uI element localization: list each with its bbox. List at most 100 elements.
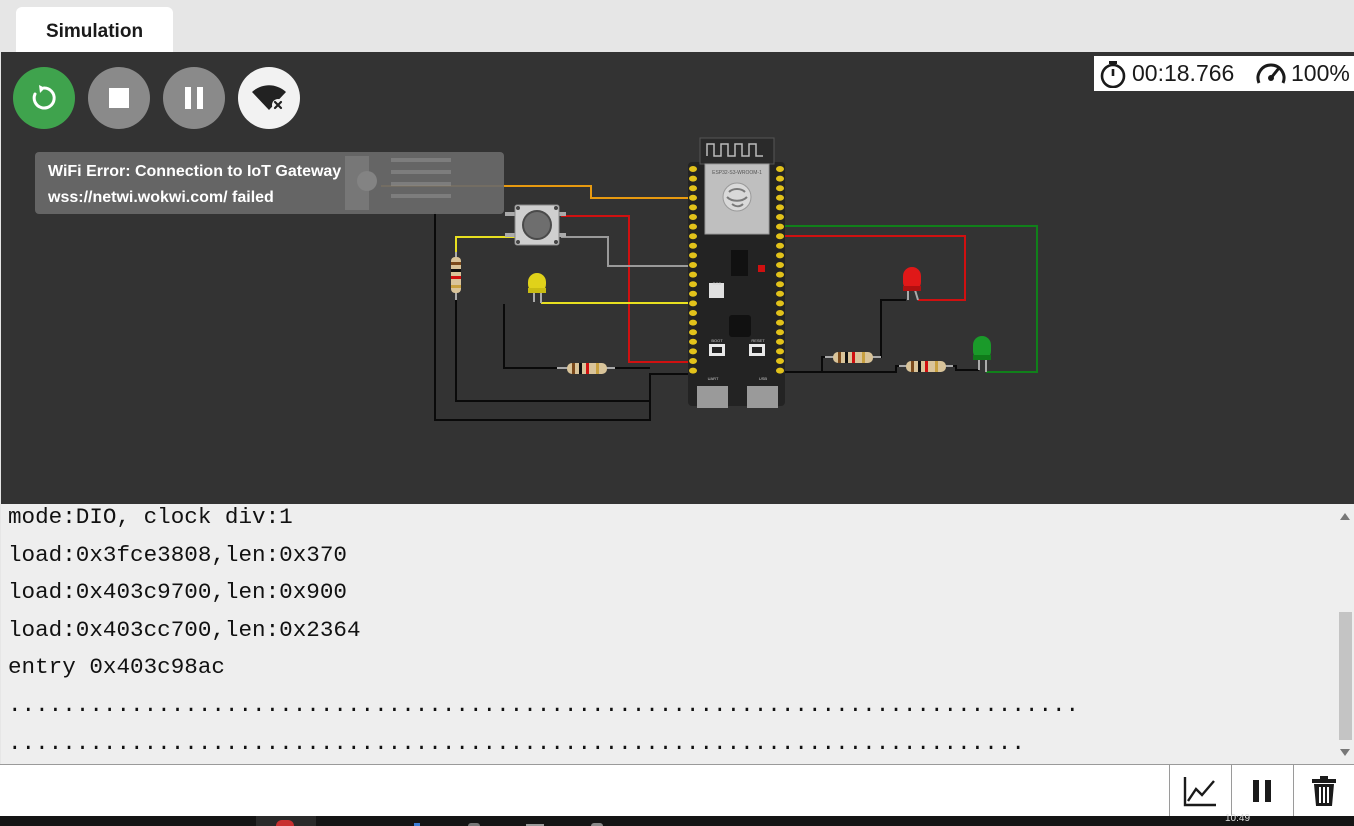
speedometer-icon: [1256, 63, 1286, 84]
header-pin: [689, 242, 697, 249]
push-button: [505, 204, 566, 246]
header-pin: [776, 358, 784, 364]
header-pin: [689, 271, 697, 278]
header-pin: [689, 300, 697, 307]
serial-plotter-button[interactable]: [1169, 765, 1230, 816]
esp32-s3-board: ESP32-S3-WROOM-1 RGB BOOT RESET UART USB: [688, 137, 785, 408]
header-pin: [689, 310, 697, 316]
wifi-error-line2: wss://netwi.wokwi.com/ failed: [48, 189, 274, 206]
pause-button[interactable]: [163, 67, 225, 129]
wifi-status-button[interactable]: [238, 67, 300, 129]
scroll-up-arrow[interactable]: [1336, 508, 1354, 524]
header-pin: [776, 290, 784, 297]
svg-text:ESP32-S3-WROOM-1: ESP32-S3-WROOM-1: [712, 170, 762, 176]
resistor-right-1: [825, 352, 881, 363]
header-pin: [776, 185, 784, 192]
header-pin: [776, 194, 784, 201]
taskbar-app[interactable]: [464, 816, 484, 826]
serial-input[interactable]: [1, 766, 1168, 816]
simulation-canvas[interactable]: ESP32-S3-WROOM-1 RGB BOOT RESET UART USB: [1, 52, 1354, 504]
serial-scrollbar[interactable]: [1336, 504, 1354, 764]
header-pin: [776, 175, 784, 182]
chevron-up-icon: [1340, 512, 1350, 520]
scroll-thumb[interactable]: [1339, 612, 1352, 740]
header-pin: [689, 281, 697, 288]
header-pin: [776, 223, 784, 230]
header-pin: [689, 223, 697, 230]
wire-black-gnd-3: [503, 304, 561, 369]
wire-gray-button: [561, 236, 694, 267]
stop-icon: [109, 88, 129, 108]
header-pin: [689, 214, 697, 220]
scroll-down-arrow[interactable]: [1336, 744, 1354, 760]
wire-yellow-button: [455, 236, 515, 257]
taskbar-app-active[interactable]: [256, 816, 316, 826]
clear-serial-button[interactable]: [1293, 765, 1354, 816]
taskbar-app[interactable]: [524, 816, 546, 826]
serial-line: load:0x403cc700,len:0x2364: [8, 616, 361, 643]
wifi-off-icon: [252, 85, 286, 111]
wokwi-simulator: Simulation ESP32-S3-WROOM-1 RGB BOOT RES…: [0, 0, 1354, 826]
header-pin: [776, 166, 784, 172]
header-pin: [776, 281, 784, 288]
wifi-error-line1: WiFi Error: Connection to IoT Gateway: [48, 163, 342, 180]
svg-text:BOOT: BOOT: [711, 338, 723, 343]
restart-button[interactable]: [13, 67, 75, 129]
header-pin: [776, 262, 784, 268]
simulation-speed: 100%: [1291, 60, 1350, 86]
header-pin: [689, 329, 697, 336]
pause-icon: [1253, 779, 1271, 802]
serial-line: ........................................…: [8, 729, 1025, 756]
resistor-right-2: [899, 361, 953, 372]
header-pin: [776, 348, 784, 355]
led-red: [903, 267, 921, 301]
serial-pause-button[interactable]: [1231, 765, 1292, 816]
header-pin: [776, 338, 784, 345]
header-pin: [689, 175, 697, 182]
wifi-error-toast: WiFi Error: Connection to IoT Gateway ws…: [35, 152, 504, 214]
chart-icon: [1183, 776, 1216, 806]
wire-red-right: [780, 235, 966, 301]
svg-text:USB: USB: [759, 376, 768, 381]
resistor-vertical: [451, 252, 461, 300]
stop-button[interactable]: [88, 67, 150, 129]
led-green: [973, 336, 991, 372]
elapsed-time: 00:18.766: [1132, 60, 1235, 86]
header-pin: [689, 204, 697, 211]
svg-text:RESET: RESET: [751, 338, 765, 343]
serial-output: mode:DIO, clock div:1 load:0x3fce3808,le…: [8, 504, 1333, 762]
header-pin: [689, 233, 697, 240]
header-pin: [689, 252, 697, 259]
header-pin: [689, 338, 697, 345]
tab-simulation[interactable]: Simulation: [16, 7, 173, 52]
chevron-down-icon: [1340, 748, 1350, 756]
header-pin: [689, 348, 697, 355]
svg-text:RGB: RGB: [713, 281, 722, 286]
os-taskbar: 10:49: [0, 813, 1354, 826]
header-pin: [689, 290, 697, 297]
svg-text:UART: UART: [708, 376, 719, 381]
wire-black-right-2: [879, 299, 906, 358]
header-pin: [689, 319, 697, 326]
simulation-status: 00:18.766 100%: [1094, 56, 1354, 91]
serial-line: ........................................…: [8, 691, 1080, 718]
header-pin: [689, 194, 697, 201]
header-pin: [689, 358, 697, 364]
header-pin: [776, 367, 784, 374]
header-pin: [776, 233, 784, 240]
serial-monitor[interactable]: mode:DIO, clock div:1 load:0x3fce3808,le…: [1, 504, 1354, 764]
taskbar-app[interactable]: [410, 816, 424, 826]
serial-line: entry 0x403c98ac: [8, 654, 225, 681]
wire-black-gnd-2: [455, 298, 650, 402]
taskbar-clock: 10:49: [1225, 813, 1251, 824]
wire-black-gnd-1: [434, 212, 694, 421]
trash-icon: [1312, 775, 1336, 806]
taskbar-app[interactable]: [588, 816, 606, 826]
wire-black-right-3: [822, 365, 901, 373]
serial-line: load:0x3fce3808,len:0x370: [8, 541, 347, 568]
header-pin: [776, 271, 784, 278]
header-pin: [689, 166, 697, 172]
resistor-left: [557, 363, 615, 374]
stopwatch-icon: [1100, 61, 1126, 88]
header-pin: [776, 204, 784, 211]
